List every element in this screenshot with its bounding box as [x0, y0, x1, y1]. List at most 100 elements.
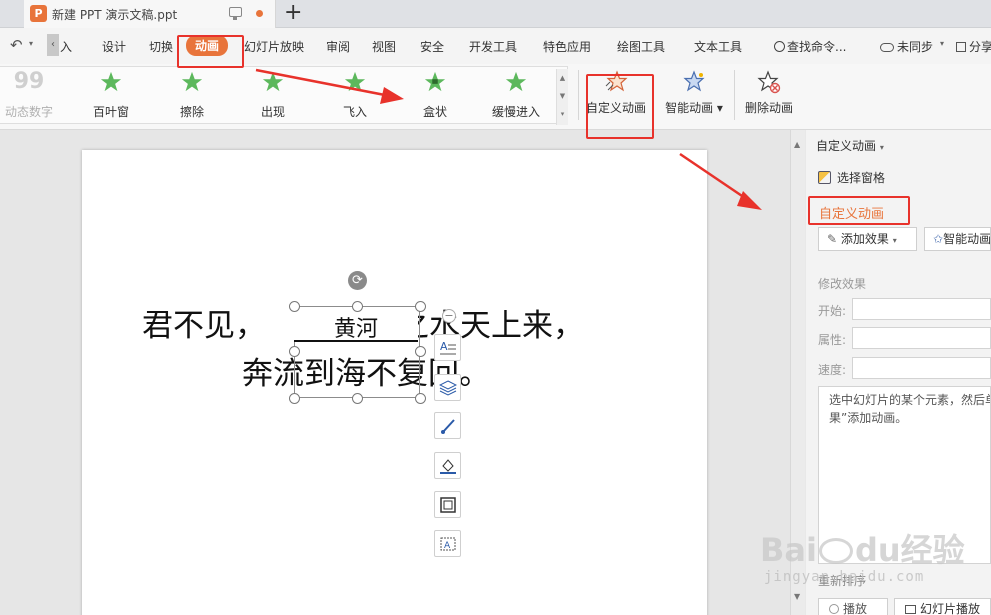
custom-animation-section[interactable]: 自定义动画: [819, 203, 884, 222]
layers-tool[interactable]: [434, 374, 461, 401]
resize-handle-right[interactable]: [415, 346, 426, 357]
share-icon: [956, 42, 966, 52]
command-search[interactable]: 查找命令...: [774, 38, 846, 55]
menu-security[interactable]: 安全: [420, 38, 444, 55]
slideshow-button[interactable]: 幻灯片播放: [894, 598, 991, 615]
scroll-up-icon[interactable]: ▲: [794, 140, 800, 149]
custom-animation-star-icon: [605, 70, 628, 92]
ppt-logo-icon: P: [30, 5, 47, 22]
fill-tool[interactable]: [434, 452, 461, 479]
add-effect-dropdown-icon: ▾: [892, 236, 897, 245]
layers-icon: [439, 380, 457, 396]
selection-pane-icon: [818, 171, 831, 184]
resize-handle-bottom-left[interactable]: [289, 393, 300, 404]
effect-appear[interactable]: 出现: [238, 71, 308, 121]
effect-blinds[interactable]: 百叶窗: [76, 71, 146, 121]
speed-select[interactable]: [852, 357, 991, 379]
menu-transition[interactable]: 切换: [149, 38, 173, 55]
panel-title[interactable]: 自定义动画 ▾: [816, 137, 884, 154]
cloud-icon: [880, 43, 894, 52]
animation-gallery: 99 动态数字 百叶窗 擦除 出现 飞入 盒状 缓慢进入 ▲ ▼ ▾: [0, 66, 568, 125]
animation-list-hint: 选中幻灯片的某个元素，然后单 果”添加动画。: [818, 386, 991, 564]
reorder-label: 重新排序: [818, 574, 867, 588]
menu-drawing-tools[interactable]: 绘图工具: [617, 38, 665, 55]
start-label: 开始:: [818, 304, 847, 318]
star-green-icon: [181, 71, 203, 92]
gallery-scroll-down-icon[interactable]: ▼: [557, 87, 568, 105]
gallery-scroll-up-icon[interactable]: ▲: [557, 69, 568, 87]
title-bar: P 新建 PPT 演示文稿.ppt +: [0, 0, 991, 28]
custom-animation-button[interactable]: 自定义动画: [583, 68, 649, 120]
document-tab[interactable]: P 新建 PPT 演示文稿.ppt: [24, 0, 276, 28]
add-effect-button[interactable]: ✎ 添加效果 ▾: [818, 227, 917, 251]
resize-handle-bottom[interactable]: [352, 393, 363, 404]
effect-label: 擦除: [179, 105, 204, 119]
sync-status[interactable]: 未同步: [880, 38, 933, 55]
unsaved-dot-icon: [256, 10, 263, 17]
menu-insert[interactable]: 入: [60, 38, 72, 55]
smart-animation-button[interactable]: 智能动画 ▾: [660, 68, 728, 120]
share-button[interactable]: 分享: [956, 38, 991, 55]
menu-design[interactable]: 设计: [102, 38, 126, 55]
effect-dynamic-number[interactable]: 99 动态数字: [0, 71, 64, 121]
effect-fly-in[interactable]: 飞入: [320, 71, 390, 121]
start-select[interactable]: [852, 298, 991, 320]
selection-pane-item[interactable]: 选择窗格: [818, 169, 885, 186]
smart-animation-panel-button[interactable]: ✩智能动画: [924, 227, 991, 251]
star-green-icon: [100, 71, 122, 92]
brush-icon: [441, 419, 455, 434]
outline-tool[interactable]: [434, 491, 461, 518]
panel-title-label: 自定义动画: [816, 139, 877, 153]
hint-line-1: 选中幻灯片的某个元素，然后单: [829, 393, 991, 407]
menu-text-tools[interactable]: 文本工具: [694, 38, 742, 55]
star-green-icon: [424, 71, 446, 92]
command-search-label: 查找命令...: [787, 40, 847, 54]
effect-wipe[interactable]: 擦除: [157, 71, 227, 121]
display-icon[interactable]: [229, 7, 242, 20]
slideshow-icon: [905, 605, 916, 614]
menu-developer[interactable]: 开发工具: [469, 38, 517, 55]
gallery-more-icon[interactable]: ▾: [557, 105, 568, 123]
brush-tool[interactable]: [434, 412, 461, 439]
menu-slideshow[interactable]: 幻灯片放映: [244, 38, 304, 55]
selection-pane-label: 选择窗格: [837, 171, 886, 185]
menu-animation[interactable]: 动画: [186, 35, 229, 56]
new-tab-icon[interactable]: +: [284, 1, 302, 25]
menu-bar: ↶ ▾ ‹ 入 设计 切换 动画 幻灯片放映 审阅 视图 安全 开发工具 特色应…: [0, 28, 991, 64]
delete-animation-button[interactable]: 删除动画: [740, 68, 798, 120]
undo-icon[interactable]: ↶: [10, 36, 23, 54]
scroll-down-icon[interactable]: ▼: [794, 592, 800, 601]
effect-label: 飞入: [342, 105, 367, 119]
panel-dropdown-icon[interactable]: ▾: [880, 143, 884, 152]
custom-animation-label: 自定义动画: [585, 101, 646, 115]
star-green-icon: [344, 71, 366, 92]
effect-slow-enter[interactable]: 缓慢进入: [481, 71, 551, 121]
text-frame-tool[interactable]: A: [434, 530, 461, 557]
sync-dropdown-icon[interactable]: ▾: [940, 39, 944, 48]
resize-handle-top-left[interactable]: [289, 301, 300, 312]
slide-canvas[interactable]: 君不见， 之水天上来， 奔流到海不复回。 黄河 ⟳ − A A: [82, 150, 707, 615]
menu-features[interactable]: 特色应用: [543, 38, 591, 55]
undo-dropdown-icon[interactable]: ▾: [29, 39, 33, 48]
resize-handle-top[interactable]: [352, 301, 363, 312]
rotate-handle-icon[interactable]: ⟳: [348, 271, 367, 290]
collapse-toolbar-icon[interactable]: −: [442, 309, 456, 323]
effect-box[interactable]: 盒状: [400, 71, 470, 121]
selected-textbox[interactable]: 黄河: [294, 307, 418, 342]
menu-scroll-left-icon[interactable]: ‹: [47, 34, 59, 56]
menu-view[interactable]: 视图: [372, 38, 396, 55]
resize-handle-top-right[interactable]: [415, 301, 426, 312]
play-button[interactable]: 播放: [818, 598, 888, 615]
smart-star-icon: ✩: [933, 232, 944, 246]
textbox-text: 黄河: [333, 317, 378, 342]
resize-handle-left[interactable]: [289, 346, 300, 357]
workspace-scrollbar[interactable]: ▲ ▼: [790, 130, 805, 615]
gallery-scrollbar[interactable]: ▲ ▼ ▾: [556, 69, 568, 125]
ribbon-divider: [734, 70, 735, 120]
menu-review[interactable]: 审阅: [326, 38, 350, 55]
outline-box-icon: [440, 497, 456, 513]
hint-line-2: 果”添加动画。: [829, 411, 908, 425]
text-style-tool[interactable]: A: [434, 334, 461, 361]
property-select[interactable]: [852, 327, 991, 349]
resize-handle-bottom-right[interactable]: [415, 393, 426, 404]
